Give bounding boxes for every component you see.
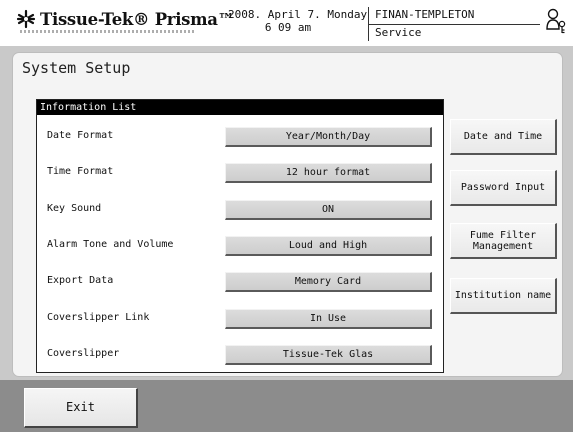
label-date-format: Date Format	[47, 130, 114, 141]
logo-underline	[20, 30, 195, 33]
user-role: Service	[375, 26, 422, 39]
user-divider-horizontal	[368, 24, 540, 25]
label-time-format: Time Format	[47, 166, 114, 177]
time-format-button[interactable]: 12 hour format	[225, 163, 432, 183]
label-key-sound: Key Sound	[47, 203, 102, 214]
password-input-button[interactable]: Password Input	[450, 170, 557, 206]
label-coverslipper-link: Coverslipper Link	[47, 312, 150, 323]
information-list: Information List Date Format Year/Month/…	[36, 99, 444, 373]
export-data-button[interactable]: Memory Card	[225, 272, 432, 292]
date-and-time-label: Date and Time	[463, 131, 543, 142]
coverslipper-button[interactable]: Tissue-Tek Glas	[225, 345, 432, 365]
time-text: 6 09 am	[264, 21, 312, 34]
logo-text: Tissue-Tek® Prisma™	[40, 9, 234, 29]
alarm-tone-button[interactable]: Loud and High	[225, 236, 432, 256]
label-export-data: Export Data	[47, 275, 114, 286]
header-bar: Tissue-Tek® Prisma™ 2008. April 7. Monda…	[0, 0, 573, 46]
user-key-icon[interactable]	[545, 7, 567, 35]
logo-star-icon	[16, 9, 36, 29]
exit-button[interactable]: Exit	[24, 388, 138, 428]
fume-filter-label-line2: Management	[472, 240, 534, 252]
date-and-time-button[interactable]: Date and Time	[450, 119, 557, 155]
date-format-button[interactable]: Year/Month/Day	[225, 127, 432, 147]
page-title: System Setup	[22, 59, 131, 77]
coverslipper-link-button[interactable]: In Use	[225, 309, 432, 329]
fume-filter-management-button[interactable]: Fume Filter Management	[450, 223, 557, 259]
user-info: FINAN-TEMPLETON Service	[368, 7, 544, 41]
date-text: 2008. April 7. Monday	[228, 8, 368, 21]
user-name: FINAN-TEMPLETON	[375, 8, 475, 21]
information-list-header: Information List	[37, 100, 443, 115]
label-alarm-tone: Alarm Tone and Volume	[47, 239, 174, 250]
date-time-display: 2008. April 7. Monday 6 09 am	[228, 8, 368, 34]
institution-name-button[interactable]: Institution name	[450, 278, 557, 314]
brand-logo: Tissue-Tek® Prisma™	[16, 9, 234, 29]
label-coverslipper: Coverslipper	[47, 348, 120, 359]
password-input-label: Password Input	[460, 182, 546, 193]
fume-filter-label-line1: Fume Filter	[469, 229, 537, 241]
institution-name-label: Institution name	[454, 290, 552, 301]
key-sound-button[interactable]: ON	[225, 200, 432, 220]
